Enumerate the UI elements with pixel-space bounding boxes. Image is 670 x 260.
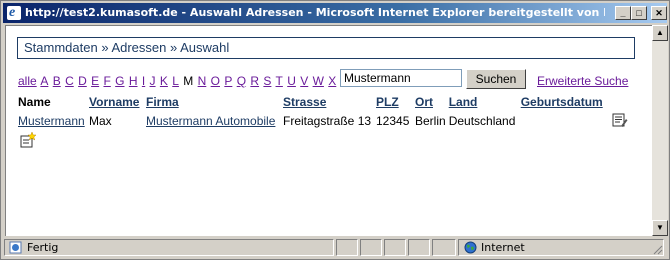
- resize-grip-icon[interactable]: [651, 243, 663, 255]
- results-table: Name Vorname Firma Strasse PLZ Ort Land …: [18, 93, 614, 131]
- security-zone-panel: Internet: [458, 239, 664, 256]
- col-header-ort[interactable]: Ort: [415, 93, 449, 111]
- filter-letter-j[interactable]: J: [150, 74, 156, 88]
- close-button[interactable]: ✕: [651, 6, 667, 20]
- col-header-vorname[interactable]: Vorname: [89, 93, 146, 111]
- page-done-icon: [9, 241, 22, 254]
- status-panel: Fertig: [4, 239, 334, 256]
- filter-letter-d[interactable]: D: [78, 74, 87, 88]
- filter-letter-t[interactable]: T: [276, 74, 283, 88]
- breadcrumb: Stammdaten » Adressen » Auswahl: [17, 37, 635, 59]
- advanced-search-link[interactable]: Erweiterte Suche: [537, 72, 628, 90]
- filter-letter-v[interactable]: V: [300, 74, 308, 88]
- filter-letter-m: M: [183, 74, 194, 88]
- filter-letter-u[interactable]: U: [287, 74, 296, 88]
- table-header-row: Name Vorname Firma Strasse PLZ Ort Land …: [18, 93, 614, 111]
- scroll-up-button[interactable]: ▲: [652, 25, 668, 41]
- filter-letter-o[interactable]: O: [211, 74, 220, 88]
- scroll-down-button[interactable]: ▼: [652, 220, 668, 236]
- col-header-strasse[interactable]: Strasse: [283, 93, 376, 111]
- filter-letter-f[interactable]: F: [103, 74, 110, 88]
- cell-plz: 12345: [376, 114, 410, 128]
- edit-record-icon[interactable]: [612, 112, 628, 128]
- cell-firma[interactable]: Mustermann Automobile: [146, 111, 283, 131]
- filter-letter-k[interactable]: K: [160, 74, 168, 88]
- filter-letter-i[interactable]: I: [142, 74, 145, 88]
- table-row: Mustermann Max Mustermann Automobile Fre…: [18, 111, 614, 131]
- filter-letter-e[interactable]: E: [91, 74, 99, 88]
- status-bar: Fertig Internet: [3, 237, 669, 257]
- cell-geburtsdatum: [521, 111, 614, 131]
- filter-letter-n[interactable]: N: [198, 74, 207, 88]
- ie-icon: e: [7, 5, 21, 20]
- cell-ort: Berlin: [415, 114, 446, 128]
- title-bar[interactable]: e http://test2.kumasoft.de - Auswahl Adr…: [3, 3, 667, 23]
- browser-window: e http://test2.kumasoft.de - Auswahl Adr…: [0, 0, 670, 260]
- cell-strasse: Freitagstraße 13: [283, 114, 372, 128]
- status-panel-blank: [408, 239, 430, 256]
- page-content: Stammdaten » Adressen » Auswahl alle A B…: [5, 25, 652, 236]
- filter-letter-c[interactable]: C: [65, 74, 74, 88]
- filter-letter-g[interactable]: G: [115, 74, 124, 88]
- status-panel-blank: [360, 239, 382, 256]
- internet-globe-icon: [464, 241, 477, 254]
- col-header-firma[interactable]: Firma: [146, 93, 283, 111]
- search-input[interactable]: [340, 69, 462, 87]
- minimize-button[interactable]: _: [615, 6, 631, 20]
- status-panel-blank: [336, 239, 358, 256]
- zone-text: Internet: [481, 241, 525, 254]
- window-title: http://test2.kumasoft.de - Auswahl Adres…: [25, 6, 605, 19]
- cell-name[interactable]: Mustermann: [18, 111, 89, 131]
- col-header-geburtsdatum[interactable]: Geburtsdatum: [521, 93, 614, 111]
- status-text: Fertig: [27, 241, 59, 254]
- filter-letter-w[interactable]: W: [313, 74, 324, 88]
- filter-letter-q[interactable]: Q: [237, 74, 246, 88]
- cell-land: Deutschland: [448, 114, 516, 128]
- status-panel-blank: [432, 239, 456, 256]
- search-button[interactable]: Suchen: [466, 69, 526, 89]
- filter-letter-a[interactable]: A: [40, 74, 48, 88]
- vertical-scrollbar[interactable]: ▲ ▼: [652, 25, 668, 236]
- status-panel-blank: [384, 239, 406, 256]
- new-record-icon[interactable]: [20, 132, 36, 148]
- filter-letter-l[interactable]: L: [172, 74, 179, 88]
- col-header-name: Name: [18, 95, 51, 109]
- cell-vorname: Max: [89, 114, 112, 128]
- filter-letter-s[interactable]: S: [263, 74, 271, 88]
- col-header-land[interactable]: Land: [449, 93, 521, 111]
- filter-letter-r[interactable]: R: [250, 74, 259, 88]
- filter-letter-x[interactable]: X: [328, 74, 336, 88]
- filter-letter-b[interactable]: B: [53, 74, 61, 88]
- col-header-plz[interactable]: PLZ: [376, 93, 415, 111]
- filter-letter-p[interactable]: P: [224, 74, 232, 88]
- filter-letter-h[interactable]: H: [129, 74, 138, 88]
- filter-all-link[interactable]: alle: [18, 74, 37, 88]
- maximize-button[interactable]: □: [631, 6, 647, 20]
